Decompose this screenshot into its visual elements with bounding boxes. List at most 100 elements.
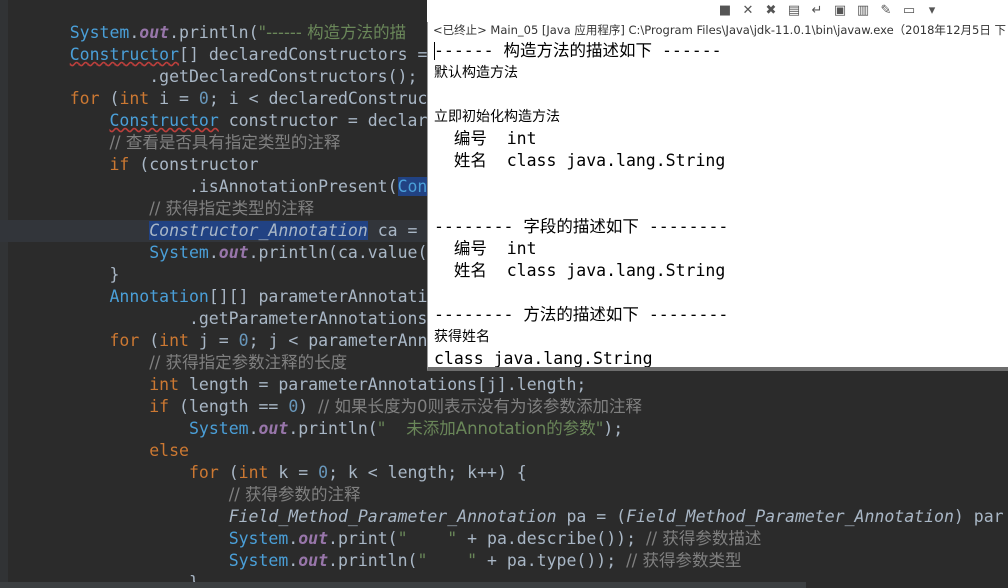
code-token: out bbox=[298, 551, 329, 570]
code-line[interactable]: else bbox=[0, 440, 189, 462]
remove-all-icon[interactable]: ✖ bbox=[763, 3, 779, 19]
show-stderr-icon[interactable]: ▥ bbox=[855, 3, 871, 19]
word-wrap-icon[interactable]: ↵ bbox=[809, 3, 825, 19]
terminate-icon[interactable]: ■ bbox=[717, 3, 733, 19]
code-token: // 获得指定类型的注释 bbox=[149, 199, 315, 218]
code-token: ca = bbox=[367, 221, 418, 240]
code-token: . bbox=[288, 529, 299, 548]
code-line[interactable]: for (int j = 0; j < parameterAnn bbox=[0, 330, 427, 352]
code-token: // 获得指定参数注释的长度 bbox=[149, 353, 348, 372]
code-token: k = bbox=[268, 463, 319, 482]
code-line[interactable]: if (constructor bbox=[0, 154, 258, 176]
code-token: ( bbox=[218, 463, 239, 482]
code-token: ; i < declaredConstruc bbox=[208, 89, 428, 108]
console-line: -------- 字段的描述如下 -------- bbox=[434, 217, 729, 236]
code-line[interactable]: } bbox=[0, 264, 119, 286]
console-line: 立即初始化构造方法 bbox=[434, 109, 560, 125]
code-token: j = bbox=[188, 331, 239, 350]
code-line[interactable]: .getParameterAnnotations bbox=[0, 308, 427, 330]
code-token: System bbox=[228, 551, 289, 570]
code-token: . bbox=[208, 243, 219, 262]
code-token: // 如果长度为0则表示没有为该参数添加注释 bbox=[318, 397, 642, 416]
code-token: else bbox=[149, 441, 189, 460]
code-token: 0 bbox=[238, 331, 249, 350]
code-line[interactable]: // 获得指定类型的注释 bbox=[0, 198, 314, 220]
code-token: out bbox=[298, 529, 329, 548]
code-token: // 查看是否具有指定类型的注释 bbox=[109, 133, 341, 152]
pin-console-icon[interactable]: ✎ bbox=[878, 3, 894, 19]
code-token: ); bbox=[603, 419, 624, 438]
code-token: Annotation bbox=[109, 287, 209, 306]
code-token: . bbox=[288, 551, 299, 570]
code-line[interactable]: Field_Method_Parameter_Annotation pa = (… bbox=[0, 506, 1004, 528]
code-token: + pa.type()); bbox=[477, 551, 627, 570]
code-line[interactable]: .getDeclaredConstructors(); bbox=[0, 66, 417, 88]
horizontal-scrollbar[interactable] bbox=[0, 582, 806, 588]
code-line[interactable]: // 获得参数的注释 bbox=[0, 484, 361, 506]
code-line[interactable]: System.out.println(" 未添加Annotation的参数"); bbox=[0, 418, 623, 440]
code-line[interactable]: Constructor constructor = declar bbox=[0, 110, 427, 132]
console-line: ------ 构造方法的描述如下 ------ bbox=[434, 41, 722, 60]
code-line[interactable]: Constructor[] declaredConstructors = bbox=[0, 44, 428, 66]
code-token: .println( bbox=[328, 551, 418, 570]
code-line[interactable]: for (int k = 0; k < length; k++) { bbox=[0, 462, 527, 484]
code-line[interactable]: if (length == 0) // 如果长度为0则表示没有为该参数添加注释 bbox=[0, 396, 642, 418]
code-line[interactable]: int length = parameterAnnotations[j].len… bbox=[0, 374, 586, 396]
console-line: class java.lang.String bbox=[434, 349, 653, 368]
open-console-icon[interactable]: ▾ bbox=[924, 3, 940, 19]
code-token: " 未添加Annotation的参数" bbox=[377, 419, 604, 438]
code-token: int bbox=[159, 331, 189, 350]
code-token: } bbox=[30, 265, 120, 284]
code-line[interactable]: System.out.println("------ 构造方法的描 bbox=[0, 22, 406, 44]
code-token: // 获得参数类型 bbox=[626, 551, 742, 570]
code-line[interactable]: System.out.println(ca.value( bbox=[0, 242, 427, 264]
code-token: int bbox=[149, 375, 180, 394]
console-view[interactable]: ------ 构造方法的描述如下 ------ 默认构造方法 立即初始化构造方法 编… bbox=[427, 0, 1008, 371]
code-token: ( bbox=[99, 89, 120, 108]
console-title: <已终止> Main_05 [Java 应用程序] C:\Program Fil… bbox=[433, 23, 1007, 37]
display-console-icon[interactable]: ▭ bbox=[901, 3, 917, 19]
console-line: 编号 int bbox=[434, 239, 537, 258]
code-line[interactable]: for (int i = 0; i < declaredConstruc bbox=[0, 88, 428, 110]
code-token: ) par bbox=[953, 507, 1004, 526]
scroll-lock-icon[interactable]: ▤ bbox=[786, 3, 802, 19]
code-line[interactable]: System.out.print(" " + pa.describe()); /… bbox=[0, 528, 762, 550]
code-token: length = parameterAnnotations[j].length; bbox=[179, 375, 587, 394]
code-token: Field_Method_Parameter_Annotation bbox=[228, 507, 557, 526]
code-token: .isAnnotationPresent( bbox=[30, 177, 398, 196]
code-token: int bbox=[119, 89, 150, 108]
code-token: [] declaredConstructors = bbox=[179, 45, 428, 64]
code-token: System bbox=[228, 529, 289, 548]
code-token: out bbox=[218, 243, 249, 262]
code-line[interactable]: .isAnnotationPresent(Con bbox=[0, 176, 428, 198]
code-line[interactable]: // 获得指定参数注释的长度 bbox=[0, 352, 347, 374]
code-token: .print( bbox=[328, 529, 398, 548]
code-token: for bbox=[109, 331, 140, 350]
code-token: Constructor bbox=[69, 45, 180, 64]
code-token: + pa.describe()); bbox=[457, 529, 646, 548]
remove-launch-icon[interactable]: ✕ bbox=[740, 3, 756, 19]
show-stdout-icon[interactable]: ▣ bbox=[832, 3, 848, 19]
code-line[interactable]: Annotation[][] parameterAnnotati bbox=[0, 286, 427, 308]
code-token: " " bbox=[417, 551, 478, 570]
code-token: Field_Method_Parameter_Annotation bbox=[626, 507, 954, 526]
code-line[interactable]: System.out.println(" " + pa.type()); // … bbox=[0, 550, 742, 572]
code-token: "------ 构造方法的描 bbox=[258, 23, 407, 42]
code-line[interactable]: // 查看是否具有指定类型的注释 bbox=[0, 132, 340, 154]
code-token: ; j < parameterAnn bbox=[248, 331, 428, 350]
console-line: 编号 int bbox=[434, 129, 537, 148]
code-token: int bbox=[238, 463, 269, 482]
code-token: // 获得参数描述 bbox=[645, 529, 762, 548]
code-token: System bbox=[149, 243, 209, 262]
code-token: constructor = declar bbox=[218, 111, 428, 130]
